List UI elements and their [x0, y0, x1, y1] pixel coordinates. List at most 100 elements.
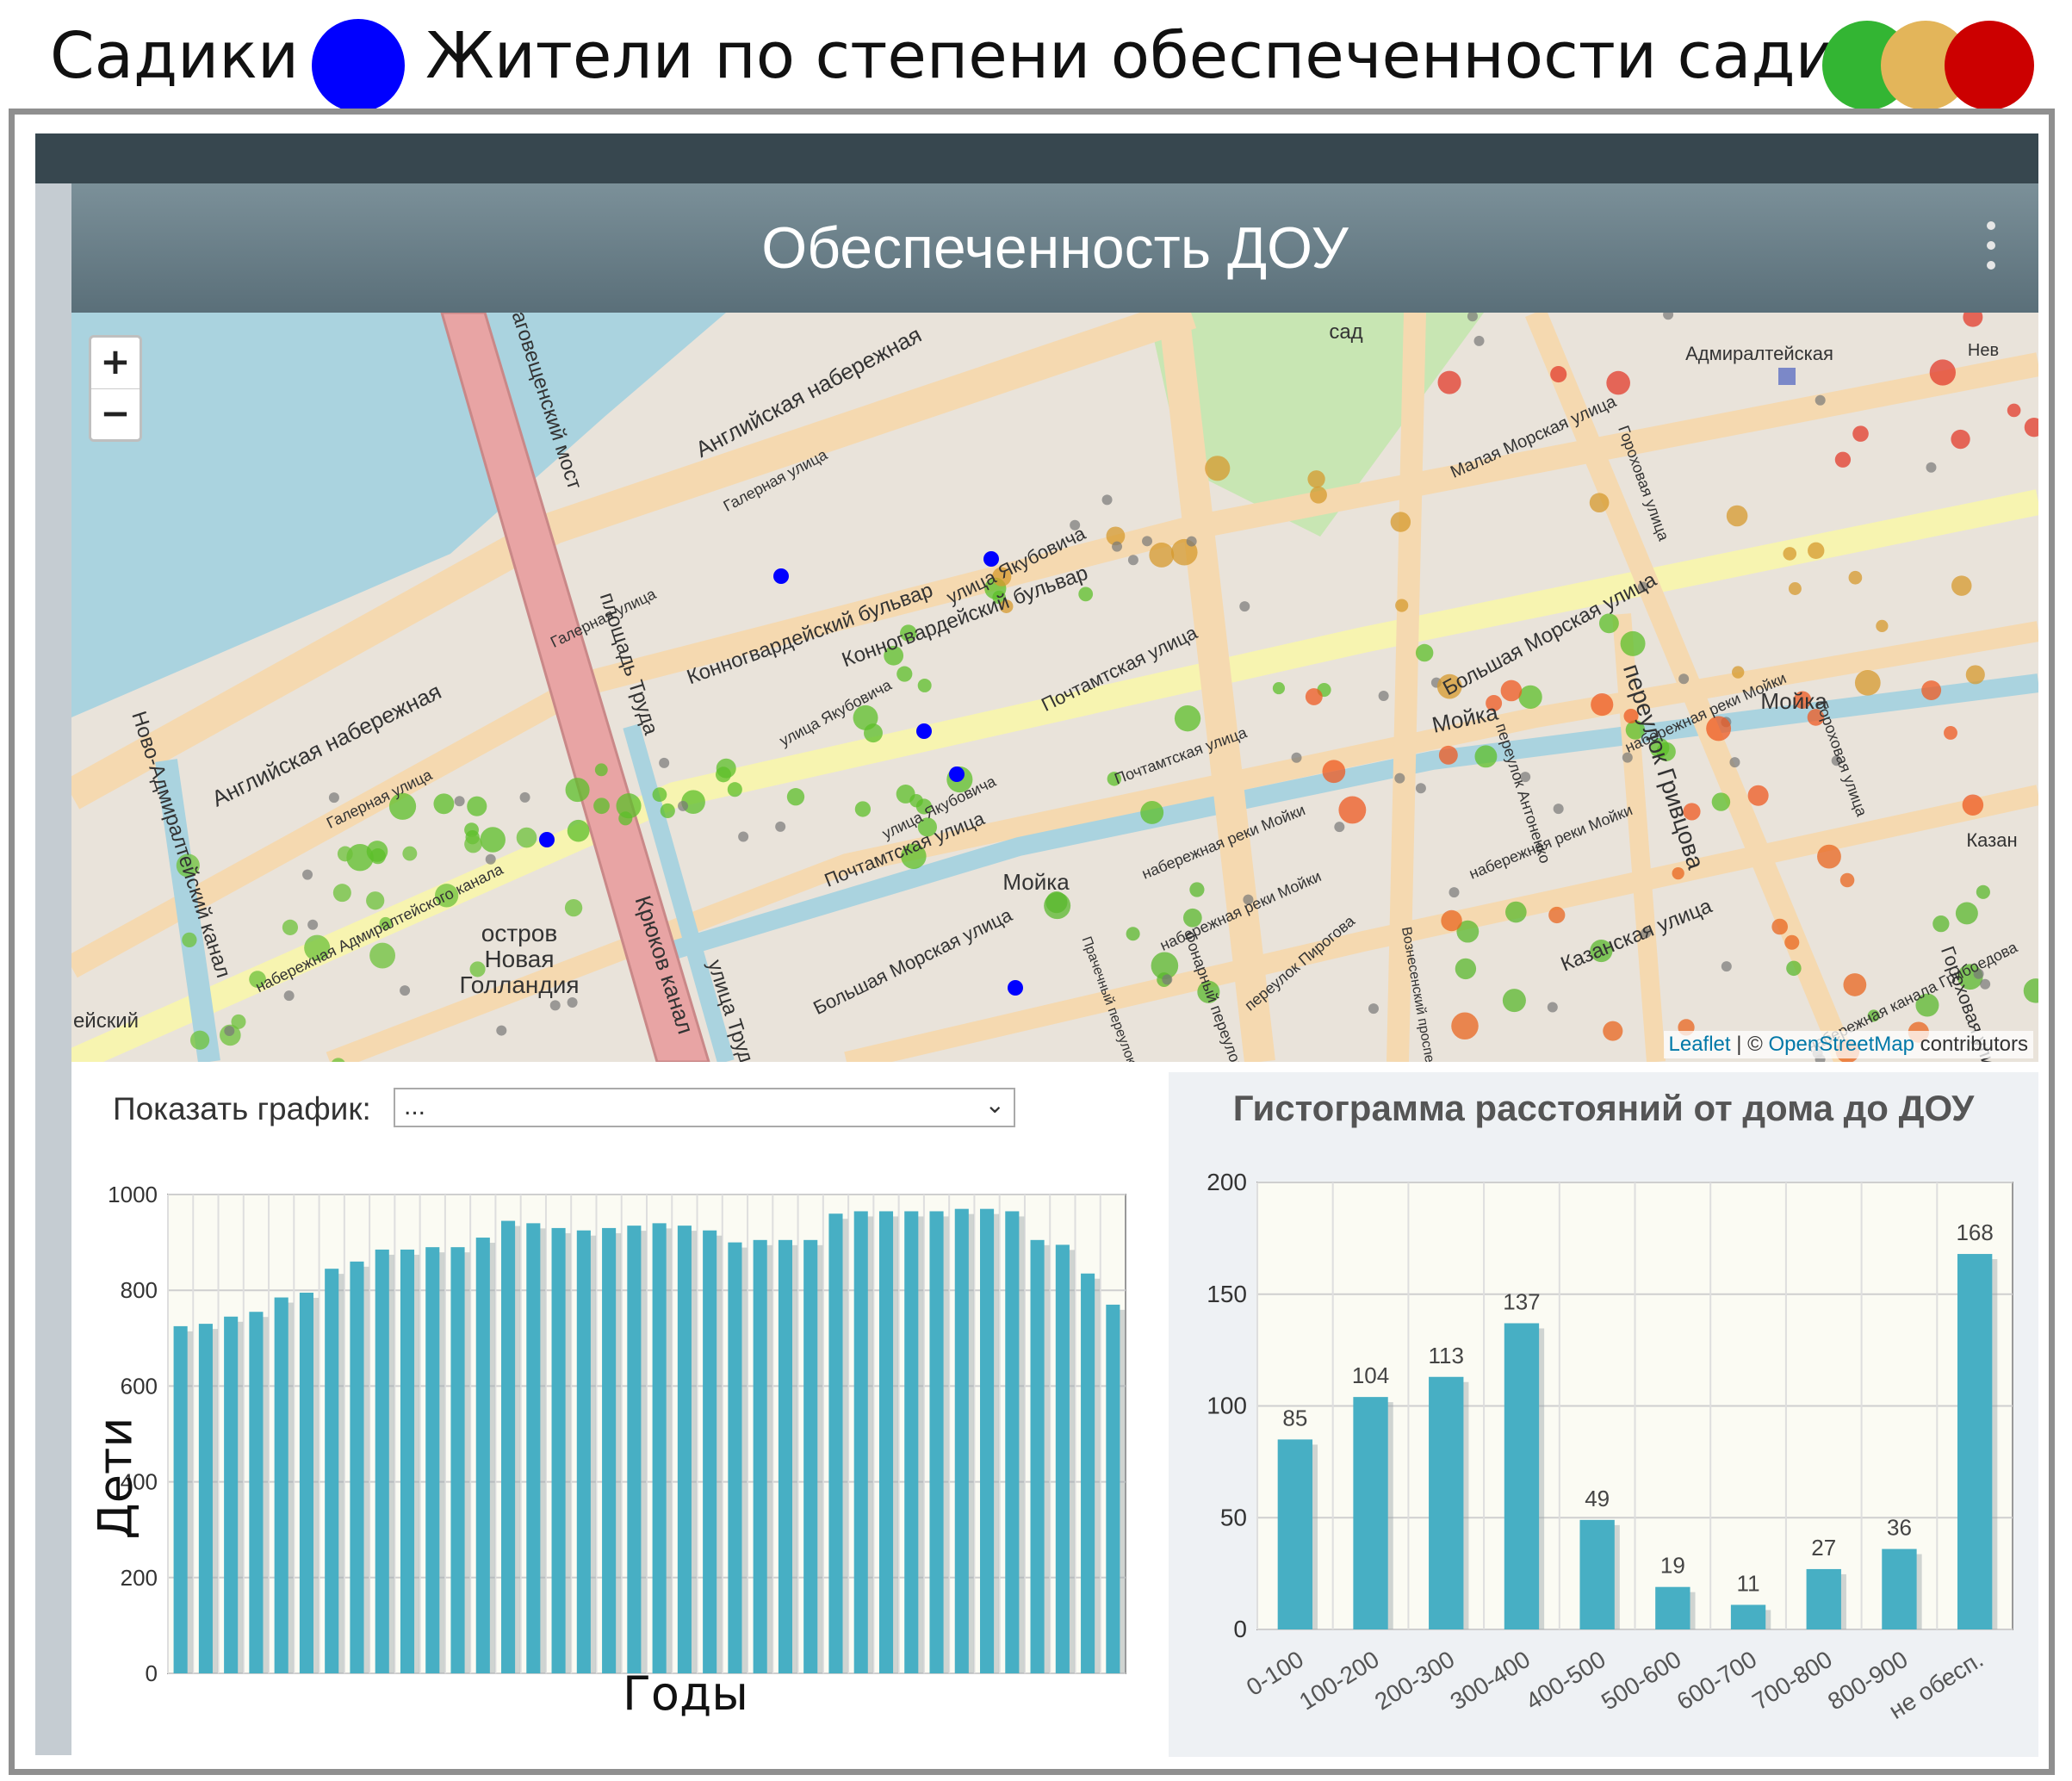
resident-dot-grey [1678, 673, 1690, 685]
x-tick-label: 100-200 [1294, 1646, 1384, 1716]
zoom-in-button[interactable]: + [91, 338, 140, 388]
resident-dot [433, 793, 455, 815]
resident-dot-grey [738, 831, 749, 842]
map-view[interactable]: Английская набережная Английская набережн… [71, 313, 2038, 1062]
resident-dot [1322, 760, 1346, 784]
data-label: 19 [1660, 1553, 1685, 1579]
y-tick-label: 50 [1220, 1504, 1247, 1530]
bar [652, 1223, 667, 1673]
legend-bar: Садики Жители по степени обеспеченности … [0, 0, 2072, 121]
data-label: 36 [1887, 1515, 1912, 1541]
resident-dot [1784, 934, 1800, 950]
resident-dot-grey [567, 997, 578, 1008]
map-label: Адмиралтейская [1685, 343, 1833, 364]
resident-dot-grey [224, 1025, 235, 1036]
resident-dot-grey [1980, 978, 1991, 990]
bar [1730, 1604, 1766, 1629]
browser-top-bar [35, 133, 2038, 183]
bar [1429, 1376, 1464, 1629]
map-label: остров [481, 920, 557, 946]
bar [375, 1249, 389, 1673]
zoom-control: + − [89, 335, 142, 442]
bar [980, 1208, 995, 1673]
resident-dot [660, 803, 675, 819]
bar [249, 1312, 264, 1673]
resident-dot [1976, 884, 1990, 899]
y-tick-label: 0 [1233, 1616, 1247, 1642]
resident-dot-grey [678, 800, 689, 811]
resident-dot [567, 819, 590, 842]
kindergarten-dot[interactable] [1008, 980, 1023, 996]
histogram-panel: Гистограмма расстояний от дома до ДОУ 05… [1169, 1072, 2038, 1757]
resident-dot [1438, 745, 1458, 765]
kindergartens-legend-label: Садики [50, 19, 300, 93]
map-tiles: Английская набережнаяАнглийская набережн… [71, 313, 2038, 1062]
bar [803, 1239, 818, 1673]
resident-dot-grey [519, 791, 530, 803]
leaflet-link[interactable]: Leaflet [1669, 1033, 1731, 1056]
data-label: 11 [1737, 1570, 1760, 1596]
years-bar-chart: 02004006008001000 [108, 1182, 1126, 1686]
resident-dot [715, 766, 731, 783]
resident-dot [282, 919, 299, 935]
y-tick-label: 0 [146, 1660, 158, 1686]
kindergarten-dot[interactable] [773, 568, 789, 584]
map-attribution: Leaflet | © OpenStreetMap contributors [1663, 1031, 2033, 1058]
resident-dot [1149, 543, 1175, 568]
page-title: Обеспеченность ДОУ [761, 215, 1349, 281]
resident-dot [896, 666, 913, 682]
bar [728, 1242, 742, 1673]
data-label: 137 [1503, 1288, 1540, 1314]
resident-dot [1548, 906, 1566, 924]
kindergarten-legend-dot [312, 19, 405, 112]
resident-dot [864, 723, 883, 743]
bar [904, 1211, 919, 1673]
resident-dot [369, 848, 386, 865]
x-tick-label: 600-700 [1672, 1646, 1762, 1716]
resident-dot [467, 796, 487, 816]
bar [526, 1223, 541, 1673]
resident-dot [366, 891, 385, 910]
map-label: Новая [484, 946, 554, 972]
bar [929, 1211, 944, 1673]
resident-dot [1474, 745, 1498, 768]
osm-link[interactable]: OpenStreetMap [1769, 1033, 1914, 1056]
resident-dot-grey [1926, 462, 1937, 473]
bar [602, 1227, 617, 1673]
bar [501, 1220, 516, 1673]
resident-dot [369, 942, 396, 969]
kindergarten-dot[interactable] [949, 766, 965, 782]
zoom-out-button[interactable]: − [91, 388, 140, 440]
charts-area: Показать график: ... ⌄ 0 200 400 600 800 1000… [71, 1072, 2038, 1757]
resident-dot-grey [1239, 601, 1250, 612]
bar [853, 1211, 868, 1673]
y-tick-label: 1000 [108, 1182, 158, 1207]
bar [828, 1213, 843, 1673]
resident-dot-grey [307, 919, 319, 930]
bar [1353, 1397, 1388, 1629]
y-tick-label: 200 [1207, 1169, 1247, 1195]
map-label: Нев [1968, 341, 1999, 360]
bar [627, 1226, 642, 1673]
y-tick-label: 800 [121, 1277, 158, 1303]
bar [1055, 1244, 1070, 1673]
resident-dot [1951, 575, 1972, 596]
metro-station-icon [1778, 368, 1796, 385]
y-tick-label: 100 [1207, 1393, 1247, 1419]
kindergarten-dot[interactable] [916, 723, 932, 739]
resident-dot [1606, 370, 1630, 395]
resident-dot [1437, 370, 1461, 394]
resident-dot [1965, 665, 1985, 685]
bar [299, 1292, 313, 1673]
kebab-menu-icon[interactable] [1987, 221, 1995, 273]
bar [1806, 1568, 1841, 1629]
resident-dot [1963, 313, 1983, 327]
kindergarten-dot[interactable] [539, 832, 555, 847]
resident-dot [1962, 794, 1984, 816]
resident-dot [1852, 425, 1869, 442]
bar [198, 1324, 213, 1673]
resident-dot-grey [1334, 822, 1345, 833]
distance-histogram: 050100150200850-100104100-200113200-3001… [1207, 1169, 2013, 1724]
resident-dot [1174, 705, 1201, 732]
resident-dot-grey [1553, 804, 1564, 815]
